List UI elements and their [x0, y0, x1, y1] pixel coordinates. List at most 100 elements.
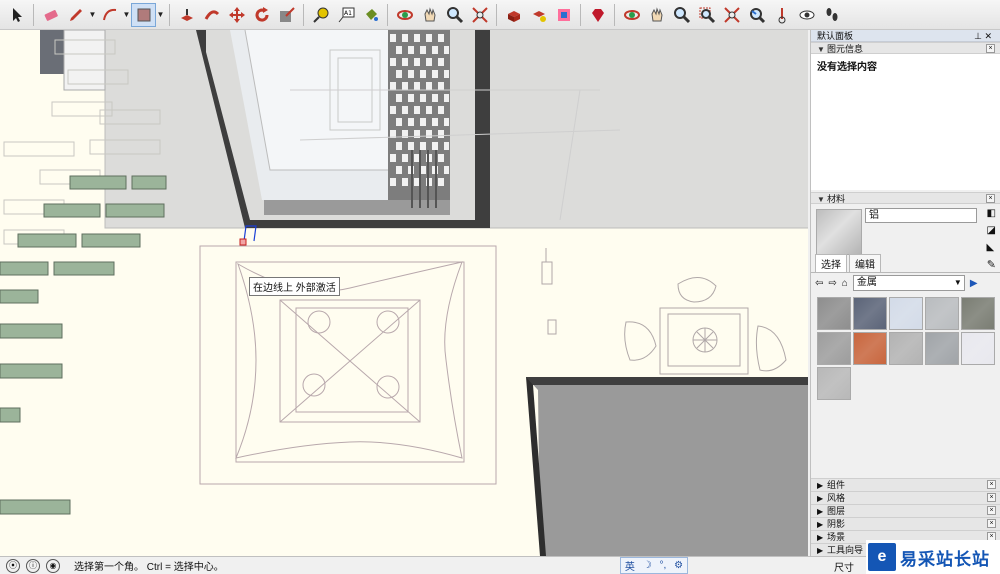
account-icon[interactable]: ◉ — [46, 558, 60, 573]
entity-info-text: 没有选择内容 — [817, 62, 877, 73]
library-value: 金属 — [856, 277, 877, 288]
move-icon[interactable] — [224, 3, 249, 27]
tab-edit[interactable]: 编辑 — [849, 254, 881, 272]
rotate-icon[interactable] — [249, 3, 274, 27]
close-icon[interactable]: × — [987, 493, 996, 502]
toolbar-separator — [580, 3, 581, 26]
material-swatch[interactable] — [853, 297, 887, 330]
entity-info-header[interactable]: ▼ 图元信息 × — [811, 42, 1000, 54]
material-side-icons: ◧ ◪ ◣ — [987, 208, 996, 253]
collapse-triangle-icon: ▼ — [817, 45, 825, 54]
watermark-text: 易采站长站 — [900, 549, 990, 569]
library-select[interactable]: 金属 ▼ — [852, 275, 965, 291]
pin-icon[interactable]: ⊥ ✕ — [974, 30, 992, 42]
toolbar-separator — [496, 3, 497, 26]
default-material-icon[interactable]: ◪ — [987, 225, 996, 236]
material-swatch[interactable] — [817, 297, 851, 330]
close-icon[interactable]: × — [987, 506, 996, 515]
geo-location-icon[interactable]: ⦿ — [6, 558, 20, 573]
zoom-window-icon[interactable] — [694, 3, 719, 27]
home-icon[interactable]: ⌂ — [842, 278, 848, 289]
paint-bucket-icon[interactable] — [358, 3, 383, 27]
ime-item[interactable]: °, — [660, 560, 667, 571]
collapsed-section[interactable]: ▶ 阴影 × — [811, 517, 1000, 530]
details-arrow-icon[interactable]: ▶ — [970, 278, 978, 289]
grey-slab — [526, 377, 808, 556]
section-label: 图层 — [827, 506, 846, 516]
pan2-icon[interactable] — [644, 3, 669, 27]
building-wall — [105, 30, 808, 228]
collapsed-section[interactable]: ▶ 图层 × — [811, 504, 1000, 517]
toolbar-separator — [387, 3, 388, 26]
collapsed-section[interactable]: ▶ 风格 × — [811, 491, 1000, 504]
orbit-icon[interactable] — [392, 3, 417, 27]
orbit2-icon[interactable] — [619, 3, 644, 27]
eyedropper-icon[interactable]: ✎ — [987, 258, 996, 271]
credits-icon[interactable]: ⓘ — [26, 558, 40, 573]
push-pull-icon[interactable] — [174, 3, 199, 27]
close-icon[interactable]: × — [986, 44, 995, 53]
position-camera-icon[interactable] — [769, 3, 794, 27]
component-icon[interactable] — [501, 3, 526, 27]
create-material-icon[interactable]: ◧ — [987, 208, 996, 219]
select-icon[interactable] — [4, 3, 29, 27]
material-swatch[interactable] — [889, 332, 923, 365]
material-preview-area: 铝 ◧ ◪ ◣ — [811, 204, 1000, 256]
ime-item[interactable]: 英 — [625, 558, 635, 573]
eraser-icon[interactable] — [38, 3, 63, 27]
toolbar-separator — [614, 3, 615, 26]
material-swatch[interactable] — [925, 332, 959, 365]
follow-me-icon[interactable] — [199, 3, 224, 27]
sketchup-window: ▼ ▼ ▼ A1 在边线上 外部激活 默认面板 ⊥ ✕ ▼ 图元信息 × 没有选… — [0, 0, 1000, 574]
walk-icon[interactable] — [819, 3, 844, 27]
close-icon[interactable]: × — [986, 194, 995, 203]
pencil-icon[interactable] — [63, 3, 88, 27]
close-icon[interactable]: × — [987, 480, 996, 489]
ime-item[interactable]: ☽ — [643, 560, 652, 571]
material-swatch[interactable] — [889, 297, 923, 330]
toolbar-separator — [169, 3, 170, 26]
material-swatch[interactable] — [817, 367, 851, 400]
ime-toolbar: 英 ☽ °, ⚙ — [620, 557, 688, 574]
material-swatch-grid — [811, 293, 1000, 404]
zoom-extents2-icon[interactable] — [719, 3, 744, 27]
left-column — [40, 30, 64, 74]
material-name-field[interactable]: 铝 — [865, 208, 977, 223]
rectangle-icon[interactable] — [131, 2, 156, 27]
library-nav: ⇦ ⇨ ⌂ 金属 ▼ ▶ — [811, 273, 1000, 293]
zoom-extents-icon[interactable] — [467, 3, 492, 27]
model-viewport[interactable]: 在边线上 外部激活 — [0, 30, 808, 556]
collapsed-section[interactable]: ▶ 组件 × — [811, 478, 1000, 491]
section-label: 阴影 — [827, 519, 846, 529]
pan-icon[interactable] — [417, 3, 442, 27]
pencil-dropdown-icon[interactable]: ▼ — [88, 3, 97, 27]
arc-dropdown-icon[interactable]: ▼ — [122, 3, 131, 27]
material-swatch[interactable] — [961, 297, 995, 330]
arc-icon[interactable] — [97, 3, 122, 27]
rectangle-dropdown-icon[interactable]: ▼ — [156, 3, 165, 27]
material-swatch[interactable] — [817, 332, 851, 365]
zoom-icon[interactable] — [442, 3, 467, 27]
tape-measure-icon[interactable] — [308, 3, 333, 27]
close-icon[interactable]: × — [987, 519, 996, 528]
toolbar-separator — [303, 3, 304, 26]
previous-view-icon[interactable] — [744, 3, 769, 27]
entity-info-title: 图元信息 — [827, 44, 864, 54]
forward-icon[interactable]: ⇨ — [828, 278, 836, 289]
scale-icon[interactable] — [274, 3, 299, 27]
sample-paint-icon[interactable]: ◣ — [987, 242, 996, 253]
ruby-icon[interactable] — [585, 3, 610, 27]
material-swatch[interactable] — [925, 297, 959, 330]
tab-select[interactable]: 选择 — [815, 254, 847, 272]
zoom2-icon[interactable] — [669, 3, 694, 27]
back-icon[interactable]: ⇦ — [815, 278, 823, 289]
section-icon[interactable] — [551, 3, 576, 27]
material-swatch[interactable] — [961, 332, 995, 365]
material-swatch[interactable] — [853, 332, 887, 365]
dimension-label: 尺寸 — [834, 563, 854, 574]
text-icon[interactable]: A1 — [333, 3, 358, 27]
ime-item[interactable]: ⚙ — [674, 560, 683, 571]
look-around-icon[interactable] — [794, 3, 819, 27]
component-options-icon[interactable] — [526, 3, 551, 27]
materials-header[interactable]: ▼ 材料 × — [811, 192, 1000, 204]
